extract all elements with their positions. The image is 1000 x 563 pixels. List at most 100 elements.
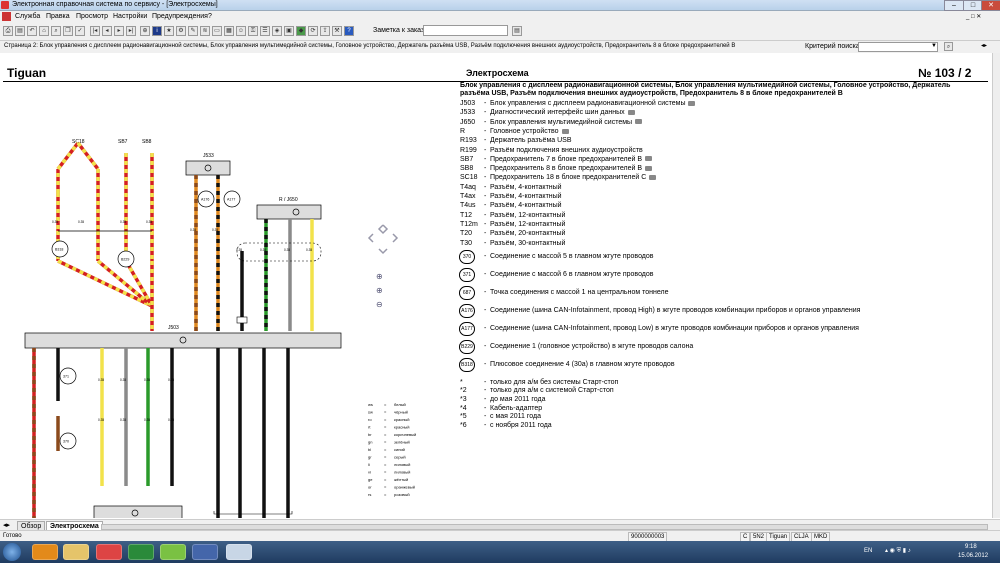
menu-help[interactable]: ? — [208, 11, 212, 22]
icq-icon[interactable] — [160, 544, 186, 560]
zoom-out-icon[interactable]: ⊖ — [376, 300, 383, 309]
legend-dash: - — [484, 211, 487, 219]
component-description: Диагностический интерфейс шин данных — [490, 109, 635, 116]
search-go-icon[interactable]: ⌕ — [944, 42, 953, 51]
color-key-eq: = — [384, 447, 387, 452]
tag-icon[interactable]: ◈ — [272, 26, 282, 36]
next-page-icon[interactable]: ▸ — [114, 26, 124, 36]
start-button[interactable] — [3, 543, 21, 561]
camera-icon[interactable] — [645, 156, 652, 162]
camera-icon[interactable] — [645, 165, 652, 171]
menu-settings[interactable]: Настройки — [113, 11, 147, 22]
chrome-icon[interactable] — [96, 544, 122, 560]
zoom-fit-icon[interactable]: ⊕ — [376, 286, 383, 295]
user-icon[interactable]: ☺ — [236, 26, 246, 36]
open-icon[interactable]: ▤ — [15, 26, 25, 36]
wiring-icon[interactable]: ≋ — [200, 26, 210, 36]
help-icon[interactable]: ? — [344, 26, 354, 36]
component-description: Головное устройство — [490, 128, 569, 135]
note-icon[interactable]: ✎ — [188, 26, 198, 36]
legend-dash: - — [484, 239, 487, 247]
order-note-input[interactable] — [423, 25, 508, 36]
camera-icon[interactable] — [627, 109, 635, 115]
color-key-name: красный — [394, 417, 410, 422]
menu-warnings[interactable]: Предупреждения — [152, 11, 208, 22]
vertical-scrollbar[interactable] — [992, 53, 1000, 518]
chevron-down-icon[interactable]: ▼ — [931, 43, 937, 49]
camera-icon[interactable] — [561, 128, 569, 134]
media-player-icon[interactable] — [32, 544, 58, 560]
home-icon[interactable]: ⌂ — [39, 26, 49, 36]
prev-page-icon[interactable]: ◂ — [102, 26, 112, 36]
app-window-icon[interactable] — [192, 544, 218, 560]
note-description: только для а/м без системы Старт-стоп — [490, 378, 619, 386]
fuse-label: SB7 — [118, 139, 128, 145]
zoom-in-icon[interactable]: ⊕ — [376, 272, 383, 281]
tray-icons[interactable]: ▴ ◉ ⛨ ▮ ♪ — [885, 547, 911, 555]
minimize-button[interactable]: – — [944, 0, 964, 11]
export-icon[interactable]: ⇪ — [320, 26, 330, 36]
green-icon[interactable]: ◆ — [296, 26, 306, 36]
grid-icon[interactable]: ▣ — [284, 26, 294, 36]
menu-edit[interactable]: Правка — [46, 11, 70, 22]
window-title: Электронная справочная система по сервис… — [12, 1, 218, 8]
maximize-button[interactable]: □ — [963, 0, 983, 11]
legend-dash: - — [484, 360, 487, 368]
wire-spec: 0.35 — [260, 248, 266, 252]
mdi-controls[interactable]: _ □ ✕ — [966, 13, 981, 20]
legend-dash: - — [484, 252, 487, 260]
utorrent-icon[interactable] — [128, 544, 154, 560]
wire-spec: 0.35 — [284, 248, 290, 252]
copy-icon[interactable]: ❐ — [63, 26, 73, 36]
menu-bar: Служба Правка Просмотр Настройки Предупр… — [0, 11, 1000, 22]
save-note-icon[interactable]: ▤ — [512, 26, 522, 36]
component-code: R199 — [460, 146, 477, 154]
color-key-name: чёрный — [394, 410, 408, 415]
component-code: T20 — [460, 230, 473, 238]
bookmark-icon[interactable]: ★ — [164, 26, 174, 36]
connection-circle: B229 — [459, 339, 475, 354]
list-icon[interactable]: ☰ — [260, 26, 270, 36]
tab-scroll-arrows[interactable]: ◂▸ — [3, 521, 10, 529]
settings-icon[interactable]: ⚒ — [332, 26, 342, 36]
pan-control[interactable] — [365, 223, 401, 257]
key-icon[interactable]: ⚿ — [248, 26, 258, 36]
mark-icon[interactable]: ✓ — [75, 26, 85, 36]
first-page-icon[interactable]: |◂ — [90, 26, 100, 36]
calendar-icon[interactable]: ▦ — [224, 26, 234, 36]
language-indicator[interactable]: EN — [864, 548, 872, 554]
pagebar-arrows[interactable]: ◂▸ — [981, 42, 987, 49]
color-key-abbr: bl — [368, 447, 371, 452]
camera-icon[interactable] — [635, 119, 643, 125]
search-icon[interactable]: ⌕ — [51, 26, 61, 36]
refresh-icon[interactable]: ⟳ — [308, 26, 318, 36]
erwin-icon[interactable] — [226, 544, 252, 560]
menu-view[interactable]: Просмотр — [76, 11, 108, 22]
camera-icon[interactable] — [688, 100, 696, 106]
legend-dash: - — [484, 324, 487, 332]
taskbar: EN ▴ ◉ ⛨ ▮ ♪ 9:18 15.06.2012 — [0, 541, 1000, 563]
color-key-name: серый — [394, 455, 406, 460]
back-icon[interactable]: ↶ — [27, 26, 37, 36]
legend-dash: - — [484, 165, 487, 173]
note-code: *3 — [460, 396, 467, 403]
wire-spec: 0.35 — [190, 228, 196, 232]
component-description: Разъём подключения внешних аудиоустройст… — [490, 146, 643, 154]
menu-service[interactable]: Служба — [15, 11, 40, 22]
color-key-name: синий — [394, 447, 405, 452]
color-key-eq: = — [384, 485, 387, 490]
print-icon[interactable]: ⎙ — [3, 26, 13, 36]
info-icon[interactable]: i — [152, 26, 162, 36]
explorer-icon[interactable] — [63, 544, 89, 560]
car-icon[interactable]: ▭ — [212, 26, 222, 36]
component-description: Держатель разъёма USB — [490, 137, 572, 145]
tools-icon[interactable]: ⚙ — [176, 26, 186, 36]
zoom-icon[interactable]: ⊕ — [140, 26, 150, 36]
legend-dash: - — [484, 202, 487, 210]
note-description: Кабель-адаптер — [490, 404, 543, 412]
component-code: T4aq — [460, 183, 476, 191]
close-button[interactable]: ✕ — [981, 0, 1000, 11]
last-page-icon[interactable]: ▸| — [126, 26, 136, 36]
camera-icon[interactable] — [649, 175, 657, 181]
search-criteria-select[interactable] — [858, 42, 938, 52]
